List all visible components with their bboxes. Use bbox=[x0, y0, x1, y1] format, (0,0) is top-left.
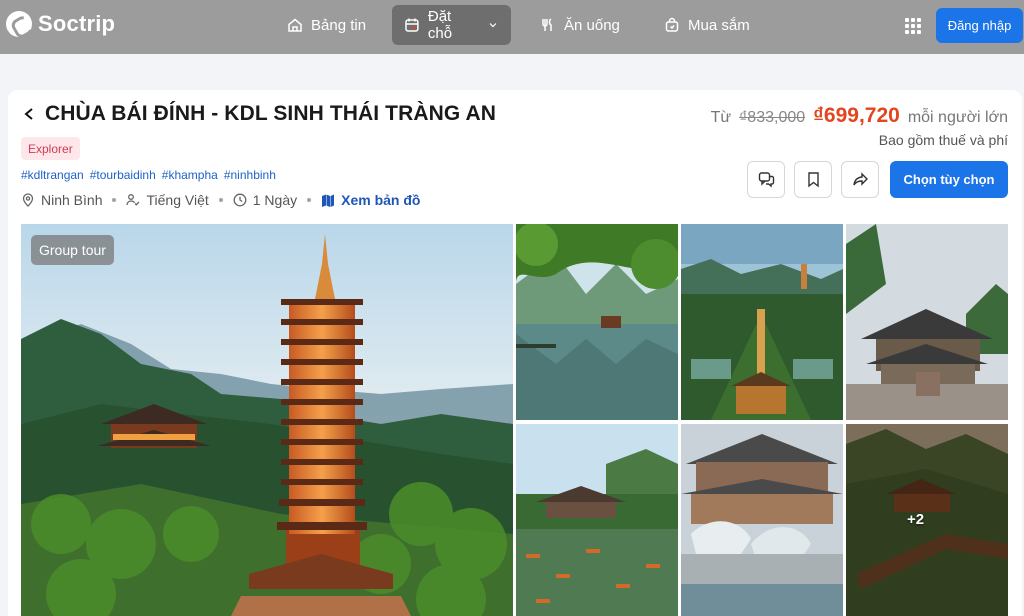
duration-text: 1 Ngày bbox=[252, 192, 298, 208]
separator-dot bbox=[307, 198, 312, 202]
gallery-thumbnail[interactable] bbox=[846, 424, 1008, 616]
duration-info: 1 Ngày bbox=[233, 192, 297, 208]
gallery-thumbnail[interactable] bbox=[846, 224, 1008, 420]
view-map-link[interactable]: Xem bản đồ bbox=[321, 192, 420, 208]
nav-item-label: Ăn uống bbox=[564, 16, 620, 34]
gallery-thumbnail[interactable] bbox=[516, 224, 678, 420]
brand-logo[interactable]: Soctrip bbox=[6, 11, 115, 37]
separator-dot bbox=[112, 198, 117, 202]
clock-icon bbox=[233, 193, 247, 207]
login-button[interactable]: Đăng nhập bbox=[936, 8, 1023, 43]
tax-note: Bao gồm thuế và phí bbox=[878, 132, 1008, 148]
booking-icon bbox=[405, 18, 419, 32]
current-price: ₫699,720 bbox=[813, 104, 900, 127]
nav-item-label: Đặt chỗ bbox=[427, 8, 453, 42]
main-gallery-image[interactable] bbox=[21, 224, 513, 616]
gallery-thumbnail[interactable] bbox=[681, 224, 843, 420]
bookmark-icon bbox=[807, 172, 819, 188]
language-text: Tiếng Việt bbox=[146, 192, 209, 208]
chat-button[interactable] bbox=[747, 161, 785, 198]
map-icon bbox=[322, 194, 335, 207]
hashtag-link[interactable]: #khampha bbox=[162, 168, 218, 182]
separator-dot bbox=[218, 198, 223, 202]
tour-meta: Ninh Bình Tiếng Việt 1 Ngày Xem bản đồ bbox=[21, 192, 420, 208]
group-tour-tag: Group tour bbox=[31, 235, 114, 265]
nav-item-food[interactable]: Ăn uống bbox=[528, 5, 632, 45]
bookmark-button[interactable] bbox=[794, 161, 832, 198]
apps-grid-icon[interactable] bbox=[905, 18, 921, 34]
gallery-thumbnail[interactable] bbox=[681, 424, 843, 616]
nav-item-label: Bảng tin bbox=[311, 16, 367, 34]
top-navigation: Soctrip Bảng tin Đặt chỗ Ăn uống Mua sắm… bbox=[0, 0, 1024, 54]
nav-item-booking[interactable]: Đặt chỗ bbox=[392, 5, 511, 45]
back-arrow-icon[interactable] bbox=[22, 104, 36, 124]
food-icon bbox=[542, 18, 552, 31]
price-row: Từ ₫833,000 ₫699,720 mỗi người lớn bbox=[711, 104, 1008, 128]
price-unit: mỗi người lớn bbox=[907, 109, 1008, 126]
soctrip-logo-icon bbox=[6, 11, 32, 37]
gallery-thumbnail[interactable] bbox=[516, 424, 678, 616]
hashtag-link[interactable]: #kdltrangan bbox=[21, 168, 84, 182]
location-info: Ninh Bình bbox=[21, 192, 102, 208]
more-photos-count: +2 bbox=[907, 511, 925, 528]
view-map-label: Xem bản đồ bbox=[341, 192, 421, 208]
category-badge: Explorer bbox=[21, 137, 80, 160]
guide-language-icon bbox=[126, 194, 140, 206]
price-from-label: Từ bbox=[710, 109, 732, 126]
shopping-bag-icon bbox=[665, 17, 679, 32]
nav-item-label: Mua sắm bbox=[688, 16, 750, 34]
chat-icon bbox=[758, 172, 774, 188]
share-icon bbox=[852, 172, 868, 186]
hashtag-link[interactable]: #tourbaidinh bbox=[90, 168, 156, 182]
location-text: Ninh Bình bbox=[41, 192, 103, 208]
nav-item-news[interactable]: Bảng tin bbox=[275, 5, 378, 45]
language-info: Tiếng Việt bbox=[126, 192, 209, 208]
hashtag-link[interactable]: #ninhbinh bbox=[224, 168, 276, 182]
chevron-down-icon bbox=[489, 23, 497, 28]
original-price: ₫833,000 bbox=[739, 109, 806, 126]
tour-title: CHÙA BÁI ĐÍNH - KDL SINH THÁI TRÀNG AN bbox=[45, 102, 497, 125]
share-button[interactable] bbox=[841, 161, 879, 198]
location-pin-icon bbox=[22, 193, 34, 207]
brand-name: Soctrip bbox=[38, 11, 116, 36]
choose-option-button[interactable]: Chọn tùy chọn bbox=[890, 161, 1008, 198]
home-icon bbox=[288, 18, 302, 32]
nav-item-shopping[interactable]: Mua sắm bbox=[652, 5, 762, 45]
hashtag-list: #kdltrangan #tourbaidinh #khampha #ninhb… bbox=[21, 168, 276, 182]
